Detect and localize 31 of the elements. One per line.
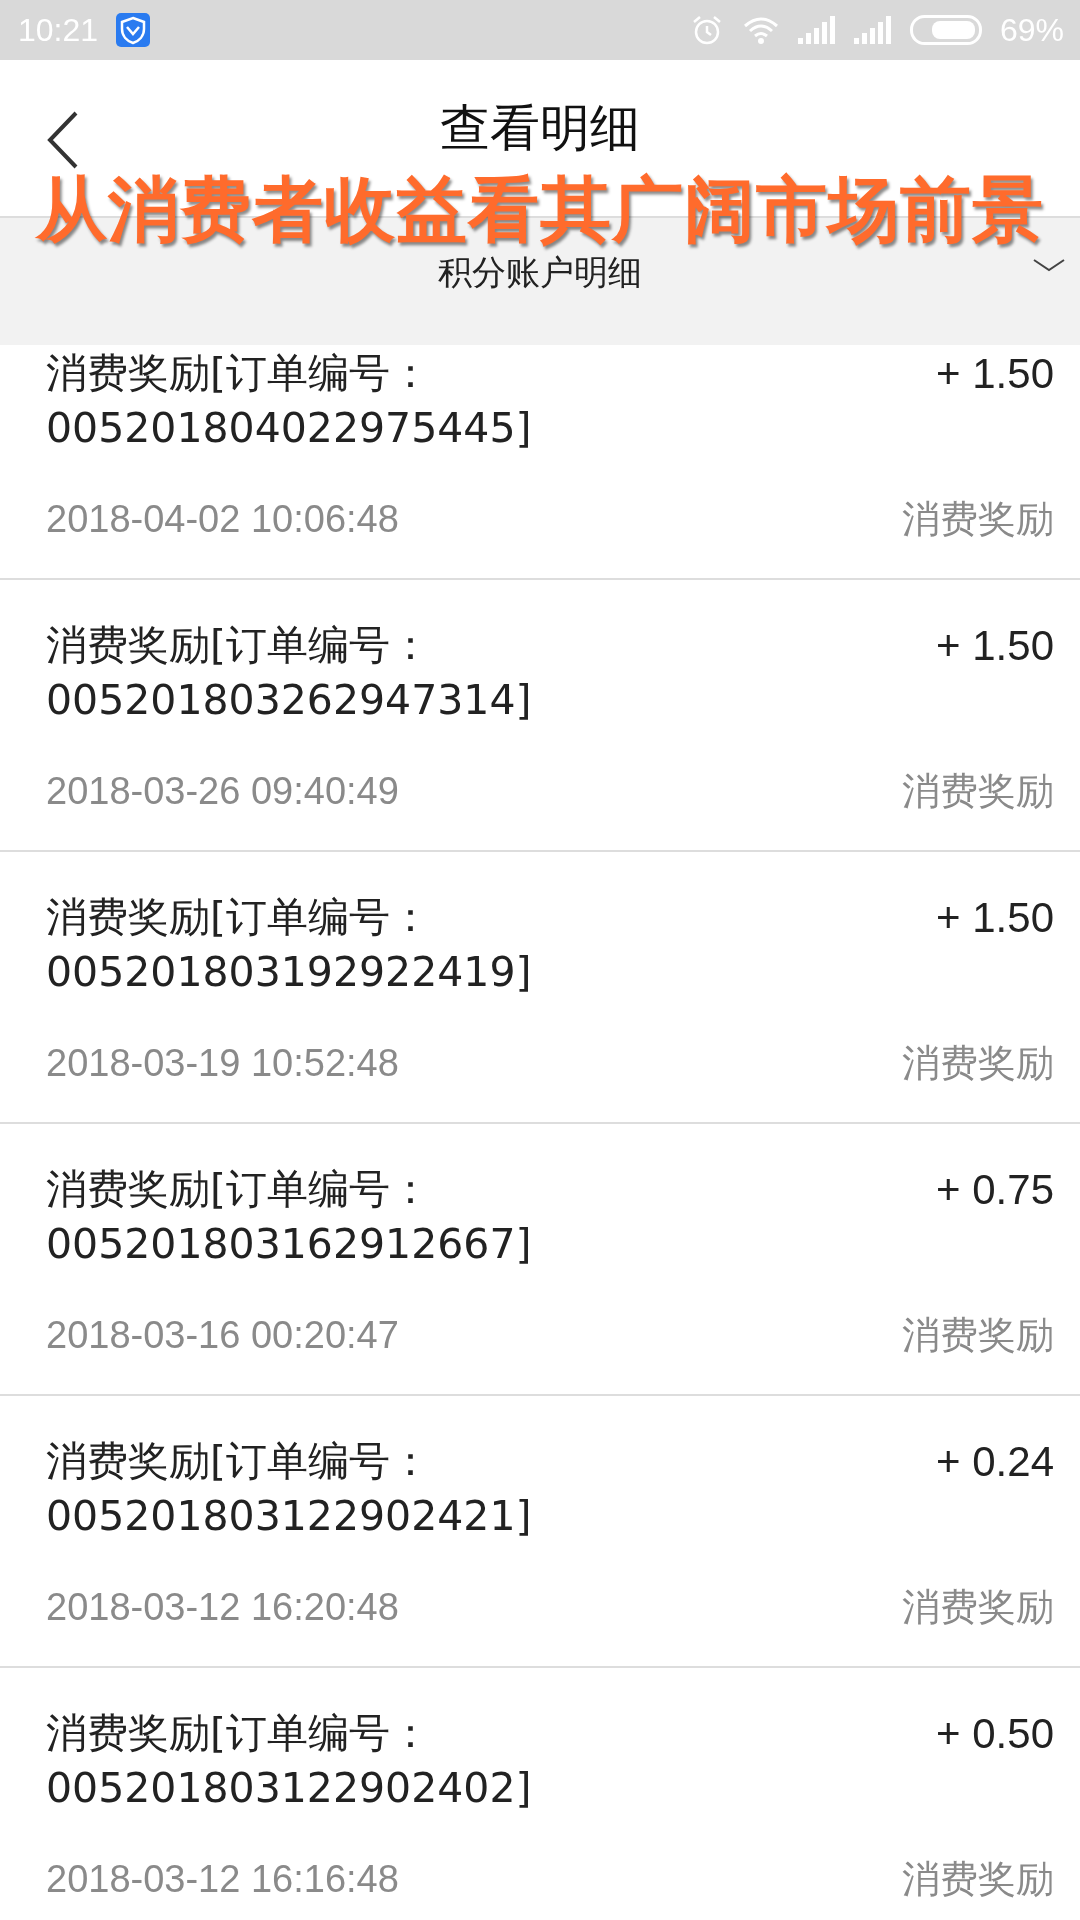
- signal-icon: [853, 16, 892, 44]
- shield-app-icon: [116, 13, 151, 47]
- page-title: 查看明细: [440, 97, 640, 159]
- signal-icon: [797, 16, 836, 44]
- record-type: 消费奖励: [902, 1856, 1054, 1903]
- record-amount: + 1.50: [936, 893, 1054, 943]
- record-type: 消费奖励: [902, 1040, 1054, 1087]
- wifi-icon: [741, 15, 780, 45]
- record-type: 消费奖励: [902, 1312, 1054, 1359]
- record-title: 消费奖励[订单编号：005201803192922419]: [46, 892, 533, 998]
- record-time: 2018-03-26 09:40:49: [46, 769, 399, 814]
- record-type: 消费奖励: [902, 1584, 1054, 1631]
- record-amount: + 0.75: [936, 1165, 1054, 1215]
- record-time: 2018-03-12 16:20:48: [46, 1585, 399, 1630]
- record-time: 2018-03-19 10:52:48: [46, 1041, 399, 1086]
- battery-icon: [909, 15, 982, 45]
- record-time: 2018-04-02 10:06:48: [46, 497, 399, 542]
- record-time: 2018-03-16 00:20:47: [46, 1313, 399, 1358]
- record-amount: + 0.24: [936, 1437, 1054, 1487]
- record-title: 消费奖励[订单编号：005201803122902402]: [46, 1708, 533, 1814]
- record-amount: + 0.50: [936, 1709, 1054, 1759]
- record-amount: + 1.50: [936, 349, 1054, 399]
- record-type: 消费奖励: [902, 496, 1054, 543]
- record-title: 消费奖励[订单编号：005201804022975445]: [46, 348, 533, 454]
- record-title: 消费奖励[订单编号：005201803262947314]: [46, 620, 533, 726]
- record-type: 消费奖励: [902, 768, 1054, 815]
- back-icon: [46, 110, 80, 170]
- record-time: 2018-03-12 16:16:48: [46, 1857, 399, 1902]
- record-title: 消费奖励[订单编号：005201803162912667]: [46, 1164, 533, 1270]
- record-title: 消费奖励[订单编号：005201803122902421]: [46, 1436, 533, 1542]
- record-amount: + 1.50: [936, 621, 1054, 671]
